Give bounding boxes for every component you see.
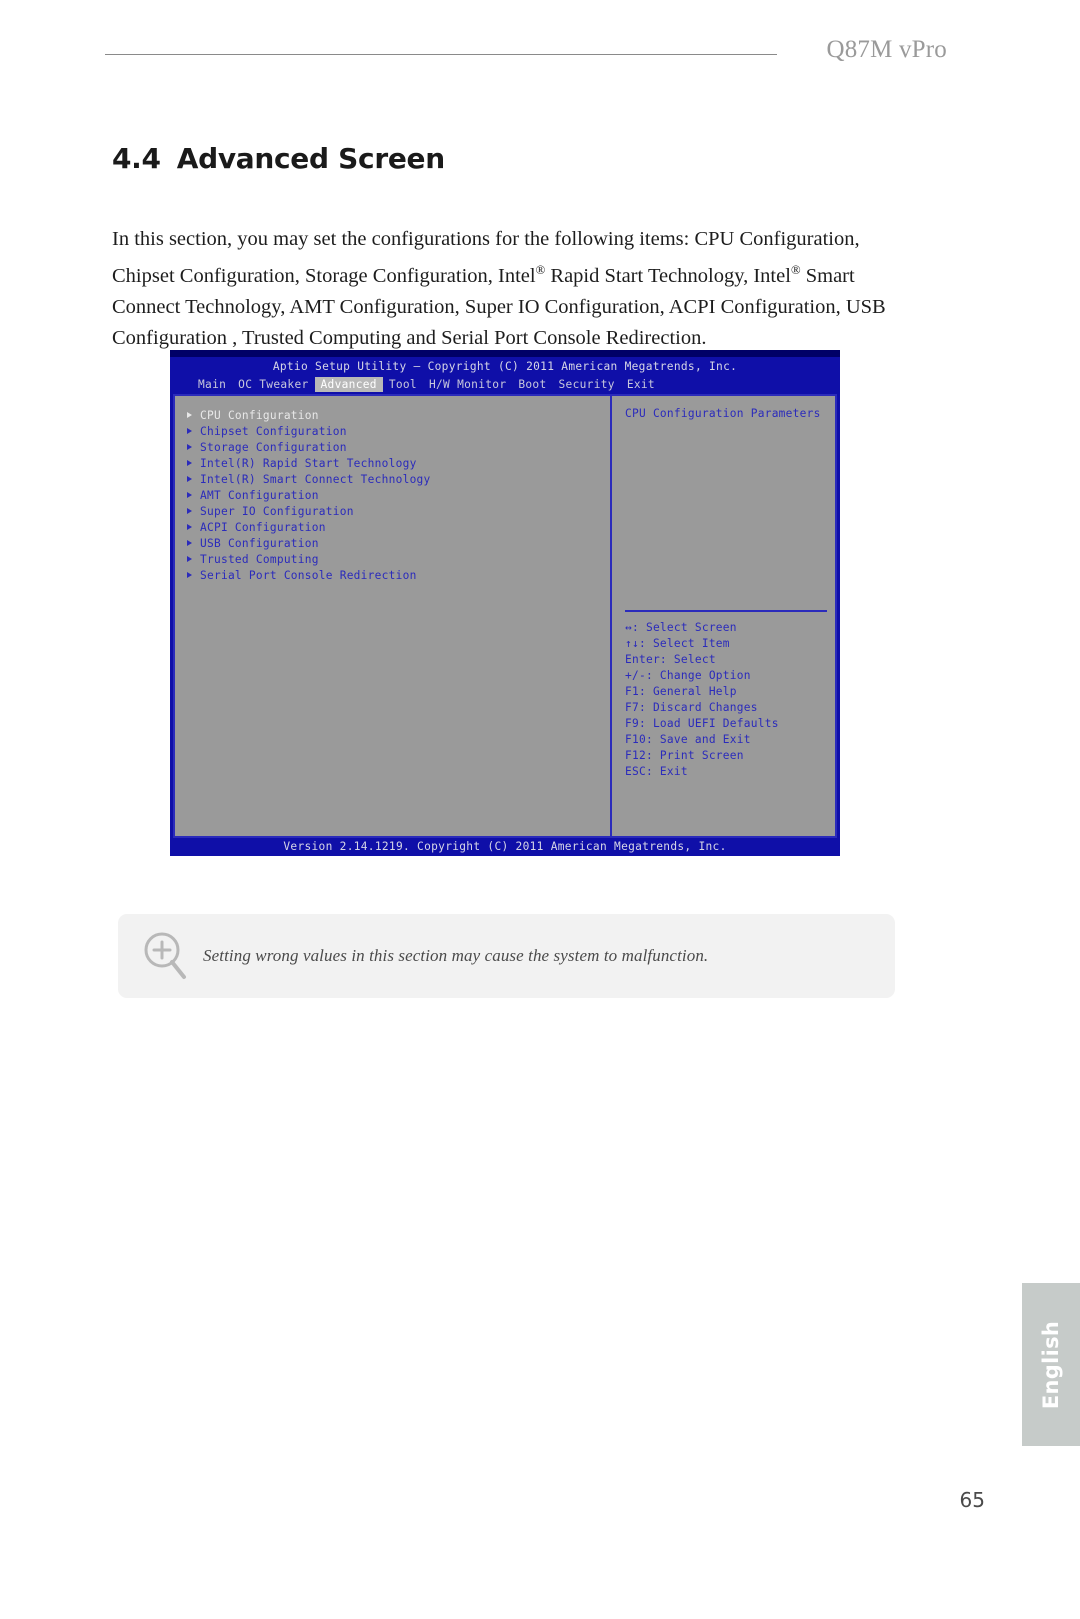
registered-mark-1: ® bbox=[535, 262, 546, 277]
bios-help-key: ↔: Select Screen bbox=[625, 621, 737, 634]
bios-list-item-label: Intel(R) Smart Connect Technology bbox=[200, 472, 431, 486]
bios-help-panel: CPU Configuration Parameters ↔: Select S… bbox=[614, 396, 835, 836]
section-intro-paragraph: In this section, you may set the configu… bbox=[112, 224, 912, 355]
bios-list-item[interactable]: Storage Configuration bbox=[187, 439, 610, 455]
bios-list-item[interactable]: ACPI Configuration bbox=[187, 519, 610, 535]
bios-menu-tab-h-w-monitor[interactable]: H/W Monitor bbox=[423, 377, 512, 392]
bios-menu-item-list: CPU Configuration Chipset Configuration St… bbox=[175, 396, 612, 836]
bios-setup-screenshot: Aptio Setup Utility – Copyright (C) 2011… bbox=[170, 350, 840, 856]
page-running-header: Q87M vPro bbox=[0, 36, 1080, 76]
bios-list-item-label: USB Configuration bbox=[200, 536, 319, 550]
bios-menu-tab-boot[interactable]: Boot bbox=[512, 377, 552, 392]
bios-list-item-label: AMT Configuration bbox=[200, 488, 319, 502]
bios-list-item[interactable]: Intel(R) Smart Connect Technology bbox=[187, 471, 610, 487]
bios-list-item[interactable]: Serial Port Console Redirection bbox=[187, 567, 610, 583]
bios-list-item-label: Trusted Computing bbox=[200, 552, 319, 566]
submenu-arrow-icon bbox=[187, 524, 192, 530]
bios-list-item-label: Super IO Configuration bbox=[200, 504, 354, 518]
bios-list-item[interactable]: USB Configuration bbox=[187, 535, 610, 551]
submenu-arrow-icon bbox=[187, 444, 192, 450]
bios-help-key: F9: Load UEFI Defaults bbox=[625, 717, 779, 730]
submenu-arrow-icon bbox=[187, 492, 192, 498]
bios-menu-tab-security[interactable]: Security bbox=[553, 377, 621, 392]
bios-menu-tab-tool[interactable]: Tool bbox=[383, 377, 423, 392]
bios-help-key: ESC: Exit bbox=[625, 765, 688, 778]
note-callout-box: Setting wrong values in this section may… bbox=[118, 914, 895, 998]
page-title: 4.4 Advanced Screen bbox=[112, 142, 445, 175]
bios-help-key: F10: Save and Exit bbox=[625, 733, 751, 746]
bios-menu-bar: Main OC Tweaker Advanced Tool H/W Monitor Boo… bbox=[170, 376, 840, 393]
bios-menu-tab-advanced[interactable]: Advanced bbox=[314, 377, 383, 392]
submenu-arrow-icon bbox=[187, 572, 192, 578]
submenu-arrow-icon bbox=[187, 540, 192, 546]
page-number: 65 bbox=[959, 1488, 985, 1512]
bios-version-footer: Version 2.14.1219. Copyright (C) 2011 Am… bbox=[170, 838, 840, 856]
bios-list-item-label: Serial Port Console Redirection bbox=[200, 568, 417, 582]
bios-help-divider bbox=[625, 610, 827, 612]
bios-menu-tab-main[interactable]: Main bbox=[192, 377, 232, 392]
bios-content-area: CPU Configuration Chipset Configuration St… bbox=[173, 394, 837, 838]
language-tab-english: English bbox=[1022, 1283, 1080, 1446]
note-text: Setting wrong values in this section may… bbox=[203, 946, 709, 965]
language-tab-label: English bbox=[1039, 1320, 1063, 1409]
bios-list-item[interactable]: Super IO Configuration bbox=[187, 503, 610, 519]
bios-list-item-label: CPU Configuration bbox=[200, 408, 319, 422]
bios-menu-tab-exit[interactable]: Exit bbox=[621, 377, 661, 392]
submenu-arrow-icon bbox=[187, 428, 192, 434]
bios-list-item[interactable]: Trusted Computing bbox=[187, 551, 610, 567]
section-number: 4.4 bbox=[112, 142, 161, 175]
bios-help-title: CPU Configuration Parameters bbox=[625, 407, 821, 420]
submenu-arrow-icon bbox=[187, 556, 192, 562]
bios-help-key: Enter: Select bbox=[625, 653, 716, 666]
bios-utility-title: Aptio Setup Utility – Copyright (C) 2011… bbox=[272, 360, 738, 373]
bios-list-item-label: Storage Configuration bbox=[200, 440, 347, 454]
bios-help-key: ↑↓: Select Item bbox=[625, 637, 730, 650]
bios-list-item[interactable]: AMT Configuration bbox=[187, 487, 610, 503]
section-title-text: Advanced Screen bbox=[176, 142, 445, 175]
intro-text-part-2: Rapid Start Technology, Intel bbox=[545, 264, 791, 287]
submenu-arrow-icon bbox=[187, 476, 192, 482]
bios-list-item[interactable]: CPU Configuration bbox=[187, 407, 610, 423]
submenu-arrow-icon bbox=[187, 460, 192, 466]
bios-list-item-label: Intel(R) Rapid Start Technology bbox=[200, 456, 417, 470]
bios-help-key: F1: General Help bbox=[625, 685, 737, 698]
bios-list-item-label: ACPI Configuration bbox=[200, 520, 326, 534]
submenu-arrow-icon bbox=[187, 508, 192, 514]
magnifier-plus-icon bbox=[137, 927, 195, 985]
bios-list-item[interactable]: Intel(R) Rapid Start Technology bbox=[187, 455, 610, 471]
bios-help-key-list: ↔: Select Screen ↑↓: Select Item Enter: Se… bbox=[625, 621, 779, 781]
registered-mark-2: ® bbox=[790, 262, 801, 277]
bios-help-key: F7: Discard Changes bbox=[625, 701, 758, 714]
bios-top-accent-bar bbox=[170, 350, 840, 357]
bios-list-item[interactable]: Chipset Configuration bbox=[187, 423, 610, 439]
bios-list-item-label: Chipset Configuration bbox=[200, 424, 347, 438]
bios-menu-tab-oc-tweaker[interactable]: OC Tweaker bbox=[232, 377, 314, 392]
bios-help-key: +/-: Change Option bbox=[625, 669, 751, 682]
bios-help-key: F12: Print Screen bbox=[625, 749, 744, 762]
header-divider-rule bbox=[105, 54, 777, 55]
submenu-arrow-icon bbox=[187, 412, 192, 418]
header-model-name: Q87M vPro bbox=[826, 36, 947, 63]
